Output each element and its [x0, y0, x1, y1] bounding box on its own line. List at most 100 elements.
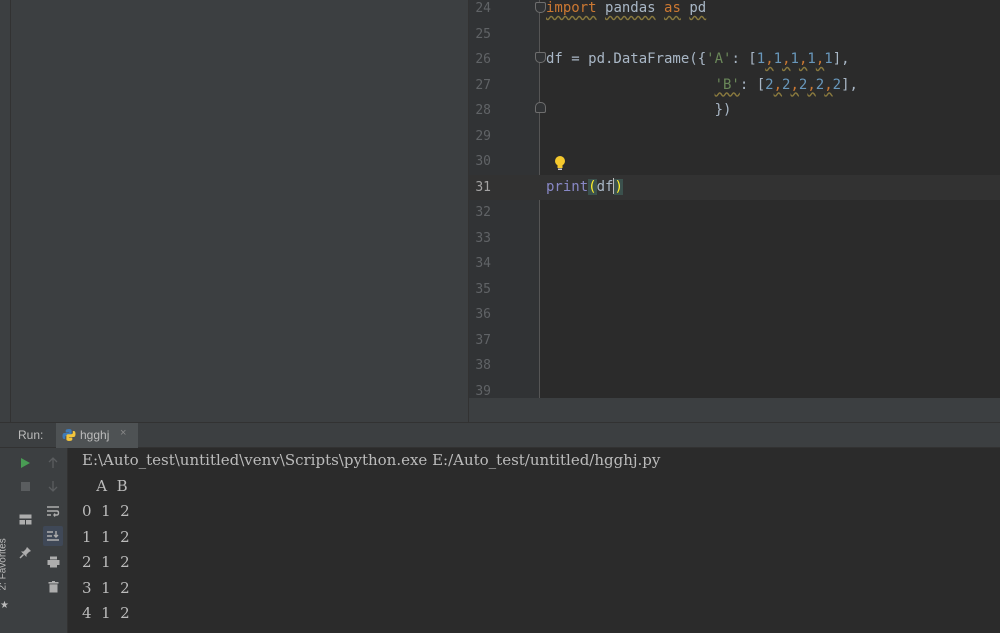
code-line-24[interactable]: 24 import pandas as pd	[469, 0, 1000, 22]
code-line-27[interactable]: 27 'B': [2,2,2,2,2],	[469, 73, 1000, 99]
code-token: })	[714, 102, 732, 118]
code-editor[interactable]: 24 import pandas as pd 25 26 df = pd.Dat…	[469, 0, 1000, 399]
bulb-icon[interactable]	[554, 155, 566, 171]
line-number: 27	[475, 77, 491, 93]
line-number: 38	[475, 358, 491, 373]
number-literal: 1	[807, 51, 816, 67]
line-number: 33	[475, 230, 491, 246]
variable-df: df	[596, 178, 614, 195]
trash-icon	[48, 581, 58, 593]
line-number: 31	[475, 179, 491, 195]
code-token: = pd.DataFrame({	[562, 51, 707, 67]
fold-marker-icon[interactable]	[535, 102, 546, 113]
code-token: : [	[739, 76, 766, 93]
run-button[interactable]	[15, 453, 35, 473]
run-toolwindow-header: Run: hgghj ×	[0, 422, 1000, 448]
fold-marker-icon[interactable]	[535, 2, 546, 13]
code-line-38[interactable]: 38	[469, 353, 1000, 379]
favorites-label[interactable]: 2: Favorites	[0, 538, 9, 590]
pin-icon	[18, 546, 31, 559]
stop-button[interactable]	[15, 476, 35, 496]
up-arrow-icon	[48, 457, 58, 468]
code-line-30[interactable]: 30	[469, 149, 1000, 175]
close-icon[interactable]: ×	[120, 427, 126, 439]
code-line-34[interactable]: 34	[469, 251, 1000, 277]
python-icon	[62, 429, 76, 441]
line-number: 26	[475, 52, 491, 67]
soft-wrap-button[interactable]	[43, 501, 63, 521]
console-table-row: 2 1 2	[82, 553, 130, 571]
stop-icon	[20, 481, 30, 491]
print-icon	[47, 556, 59, 568]
code-line-36[interactable]: 36	[469, 302, 1000, 328]
code-line-29[interactable]: 29	[469, 124, 1000, 150]
line-number: 34	[475, 256, 491, 271]
string-literal: 'A'	[706, 51, 732, 67]
code-line-35[interactable]: 35	[469, 277, 1000, 303]
number-literal: 2	[815, 76, 825, 93]
line-number: 24	[475, 1, 491, 16]
module-alias: pd	[689, 0, 707, 16]
import-keyword: import	[546, 0, 597, 16]
console-table-header: A B	[82, 477, 128, 495]
layout-icon	[19, 514, 31, 524]
line-number: 37	[475, 332, 491, 348]
string-literal: 'B'	[714, 76, 740, 93]
line-number: 30	[475, 154, 491, 169]
code-line-26[interactable]: 26 df = pd.DataFrame({'A': [1,1,1,1,1],	[469, 47, 1000, 73]
run-tab-label: hgghj	[80, 428, 110, 442]
clear-button[interactable]	[43, 577, 63, 597]
number-literal: 1	[756, 51, 766, 67]
line-number: 28	[475, 103, 491, 118]
soft-wrap-icon	[47, 506, 60, 517]
console-table-row: 4 1 2	[82, 604, 130, 622]
layout-button[interactable]	[15, 509, 35, 529]
run-toolbar-secondary	[40, 448, 68, 633]
star-icon: ★	[0, 600, 9, 611]
console-table-row: 0 1 2	[82, 502, 130, 520]
line-number: 36	[475, 307, 491, 322]
fold-marker-icon[interactable]	[535, 52, 546, 63]
paren-highlight: (	[588, 178, 597, 195]
variable-df: df	[546, 51, 563, 67]
left-tool-strip	[0, 0, 11, 422]
code-token: : [	[731, 51, 757, 67]
run-icon	[21, 458, 30, 468]
up-button[interactable]	[43, 453, 63, 473]
code-line-33[interactable]: 33	[469, 226, 1000, 252]
pin-button[interactable]	[15, 542, 35, 562]
code-token: ],	[841, 76, 858, 93]
line-number: 25	[475, 26, 491, 42]
number-literal: 1	[773, 51, 783, 67]
module-name: pandas	[605, 0, 656, 16]
number-literal: 1	[824, 51, 833, 67]
line-number: 32	[475, 205, 491, 220]
code-line-25[interactable]: 25	[469, 22, 1000, 48]
print-builtin: print	[546, 178, 589, 195]
project-pane	[11, 0, 468, 422]
code-line-37[interactable]: 37	[469, 328, 1000, 354]
code-line-28[interactable]: 28 })	[469, 98, 1000, 124]
paren-highlight: )	[614, 178, 623, 195]
code-token: ],	[832, 51, 850, 67]
as-keyword: as	[664, 0, 681, 16]
line-number: 29	[475, 128, 491, 144]
scroll-to-end-icon	[47, 530, 59, 541]
run-console-output[interactable]: E:\Auto_test\untitled\venv\Scripts\pytho…	[68, 448, 1000, 633]
console-table-row: 3 1 2	[82, 579, 130, 597]
down-button[interactable]	[43, 476, 63, 496]
down-arrow-icon	[48, 481, 58, 492]
editor-bottom-area	[469, 398, 1000, 422]
code-line-31[interactable]: 31 print(df)	[469, 174, 1000, 200]
scroll-to-end-button[interactable]	[43, 526, 63, 546]
run-label: Run:	[18, 428, 44, 442]
code-line-32[interactable]: 32	[469, 200, 1000, 226]
number-literal: 1	[790, 51, 799, 67]
console-table-row: 1 1 2	[82, 528, 130, 546]
run-toolbar-primary	[10, 448, 40, 633]
print-button[interactable]	[43, 552, 63, 572]
number-literal: 2	[832, 76, 842, 93]
number-literal: 2	[765, 76, 774, 93]
line-number: 35	[475, 281, 491, 297]
run-tab-hgghj[interactable]: hgghj ×	[56, 423, 138, 448]
